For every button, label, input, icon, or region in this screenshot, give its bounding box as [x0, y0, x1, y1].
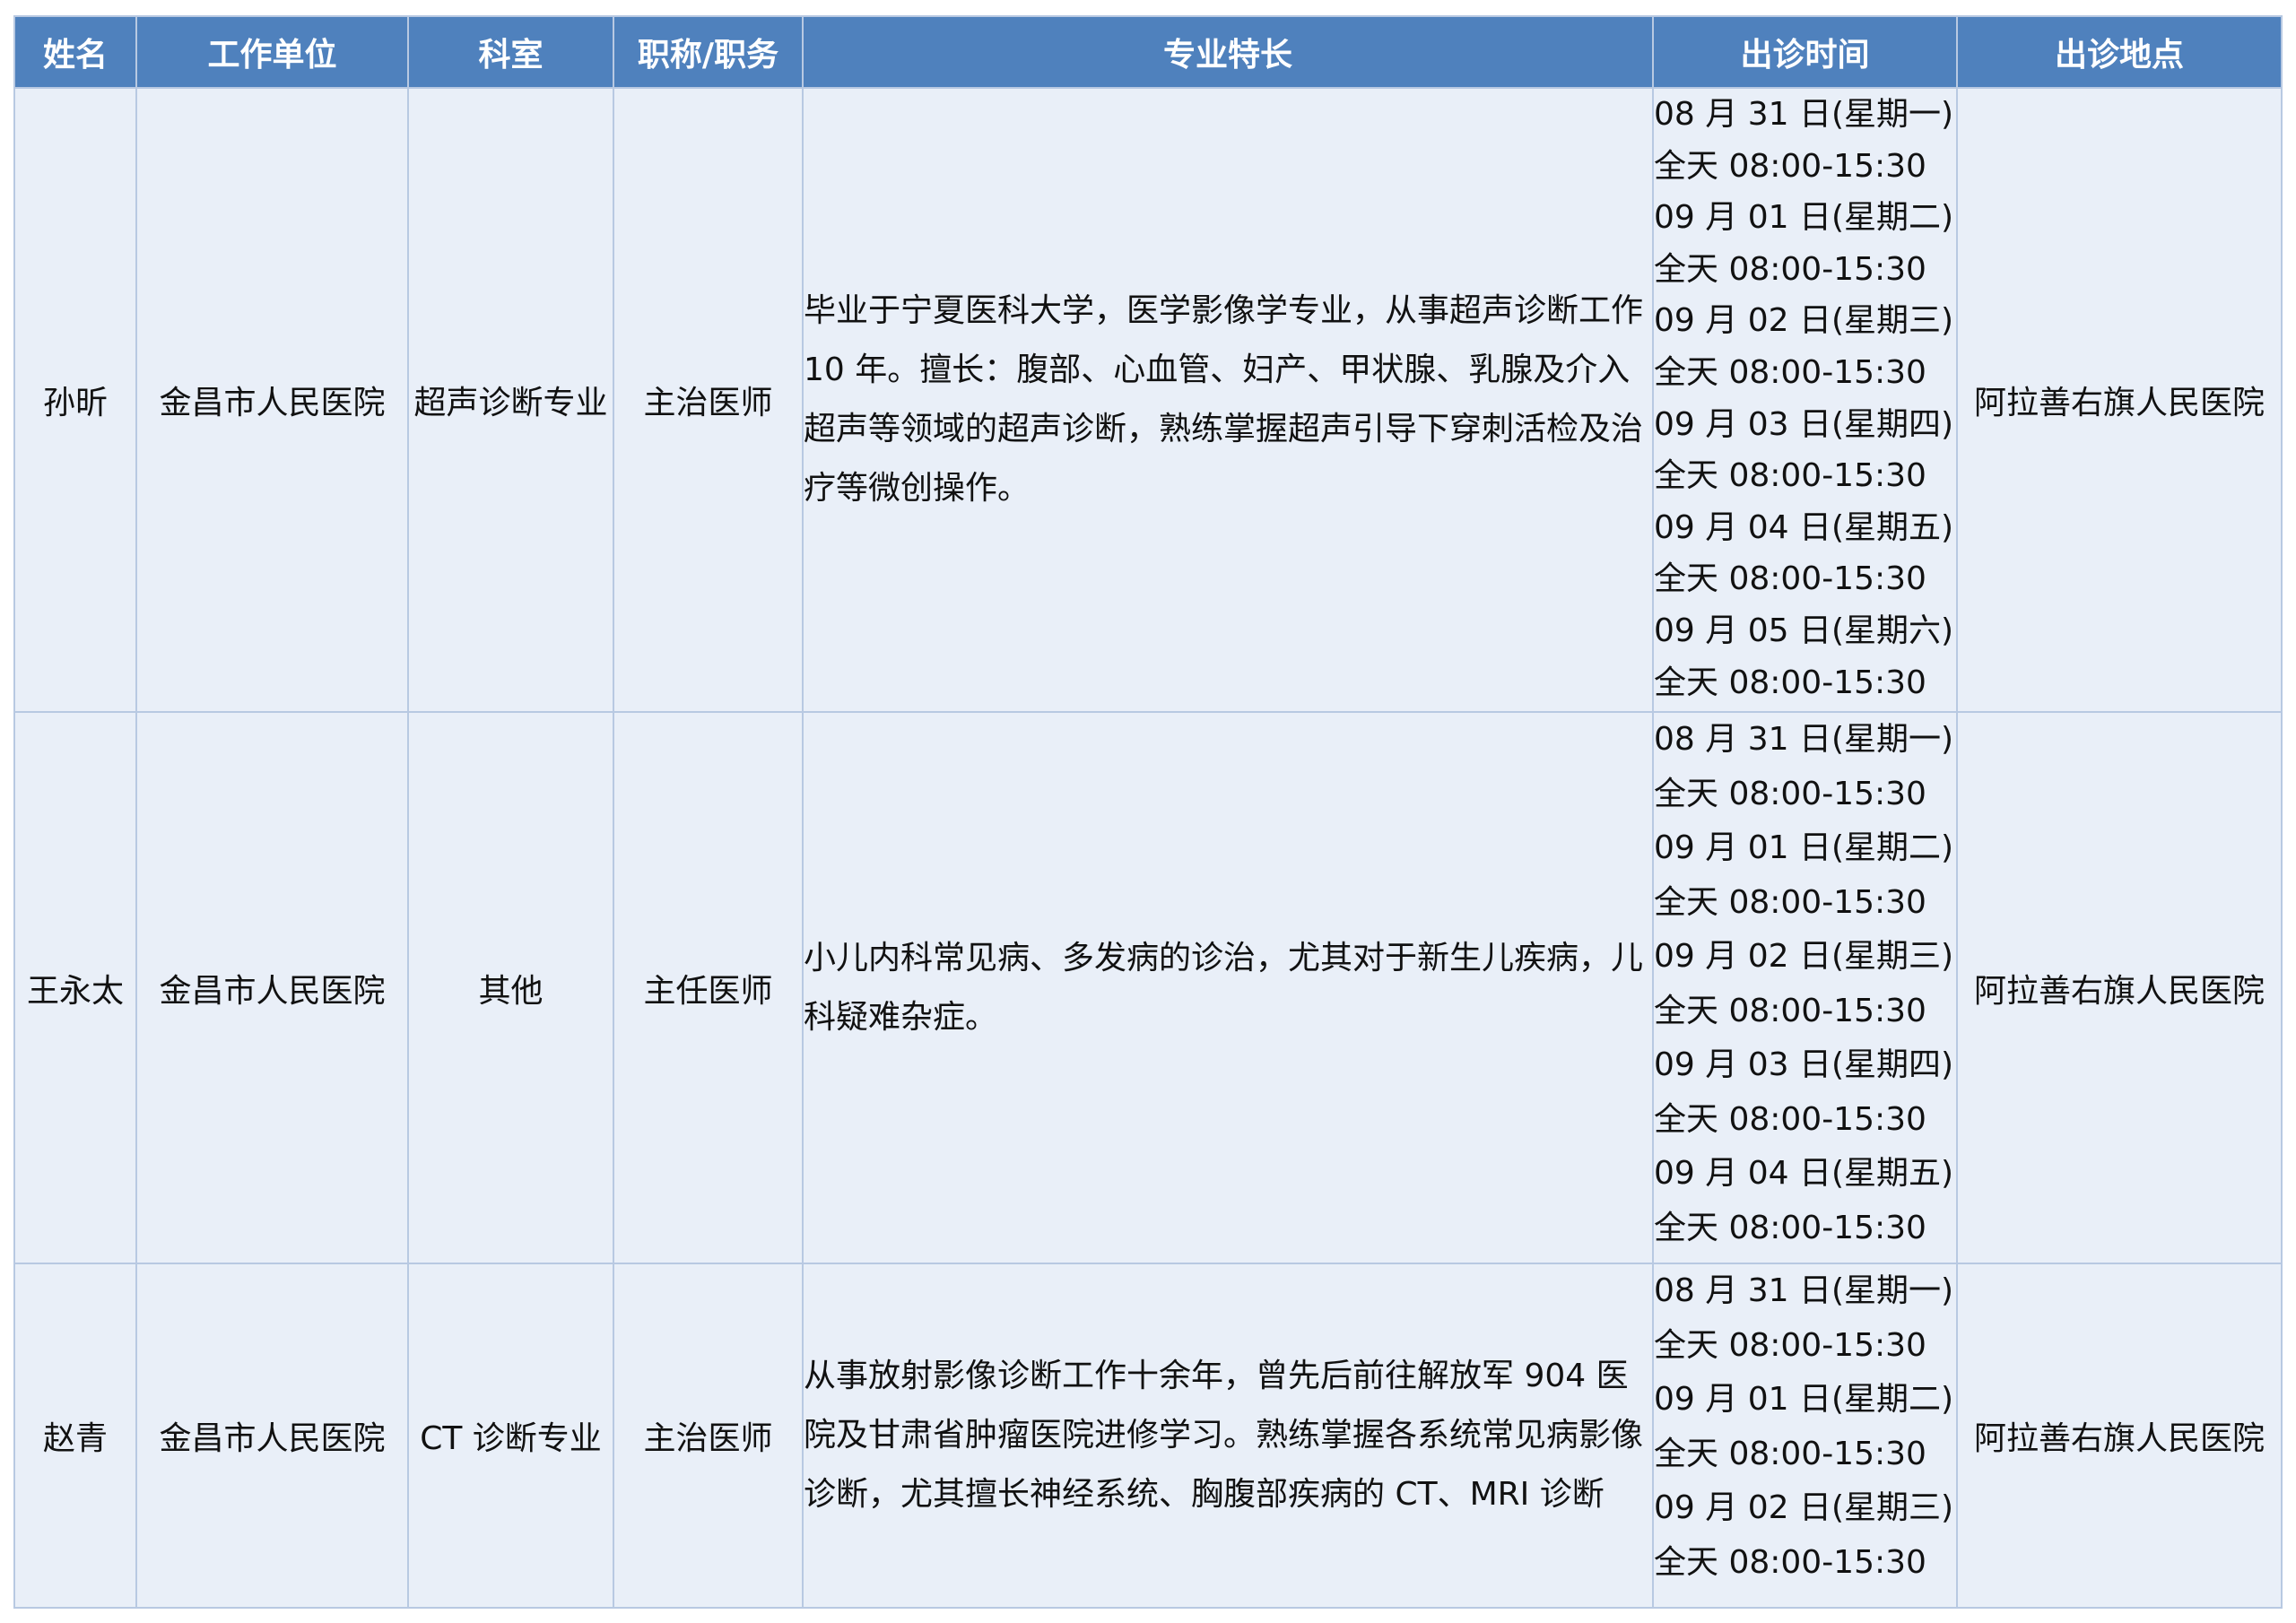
schedule-line: 09 月 01 日(星期二) — [1654, 1381, 1954, 1418]
header-row: 姓名 工作单位 科室 职称/职务 专业特长 出诊时间 出诊地点 — [13, 15, 2283, 89]
schedule-line: 全天 08:00-15:30 — [1654, 883, 1926, 921]
schedule-line: 全天 08:00-15:30 — [1654, 457, 1926, 495]
schedule-line: 09 月 05 日(星期六) — [1654, 612, 1954, 649]
schedule-line: 08 月 31 日(星期一) — [1654, 721, 1954, 758]
schedule-cell: 08 月 31 日(星期一) 全天 08:00-15:30 09 月 01 日(… — [1652, 1263, 1958, 1609]
schedule-line: 全天 08:00-15:30 — [1654, 353, 1926, 391]
header-title: 职称/职务 — [613, 15, 804, 89]
schedule-cell: 08 月 31 日(星期一) 全天 08:00-15:30 09 月 01 日(… — [1652, 711, 1958, 1264]
work-unit: 金昌市人民医院 — [135, 87, 409, 713]
schedule-line: 08 月 31 日(星期一) — [1654, 1272, 1954, 1309]
job-title: 主治医师 — [613, 1263, 804, 1609]
department: 其他 — [407, 711, 614, 1264]
specialty: 从事放射影像诊断工作十余年，曾先后前往解放军 904 医院及甘肃省肿瘤医院进修学… — [802, 1263, 1654, 1609]
doctor-name: 孙昕 — [13, 87, 137, 713]
schedule-line: 09 月 02 日(星期三) — [1654, 938, 1954, 975]
department: 超声诊断专业 — [407, 87, 614, 713]
specialty: 毕业于宁夏医科大学，医学影像学专业，从事超声诊断工作 10 年。擅长：腹部、心血… — [802, 87, 1654, 713]
table-row: 赵青 金昌市人民医院 CT 诊断专业 主治医师 从事放射影像诊断工作十余年，曾先… — [13, 1263, 2283, 1609]
schedule-line: 全天 08:00-15:30 — [1654, 1209, 1926, 1246]
clinic-location: 阿拉善右旗人民医院 — [1956, 87, 2283, 713]
schedule-line: 09 月 03 日(星期四) — [1654, 1046, 1954, 1083]
table-row: 孙昕 金昌市人民医院 超声诊断专业 主治医师 毕业于宁夏医科大学，医学影像学专业… — [13, 87, 2283, 713]
schedule-line: 09 月 02 日(星期三) — [1654, 1489, 1954, 1526]
schedule-cell: 08 月 31 日(星期一) 全天 08:00-15:30 09 月 01 日(… — [1652, 87, 1958, 713]
schedule-line: 09 月 01 日(星期二) — [1654, 199, 1954, 237]
header-location: 出诊地点 — [1956, 15, 2283, 89]
schedule-line: 09 月 02 日(星期三) — [1654, 302, 1954, 340]
work-unit: 金昌市人民医院 — [135, 1263, 409, 1609]
schedule-line: 全天 08:00-15:30 — [1654, 147, 1926, 185]
header-dept: 科室 — [407, 15, 614, 89]
doctor-name: 赵青 — [13, 1263, 137, 1609]
schedule-line: 全天 08:00-15:30 — [1654, 1326, 1926, 1364]
job-title: 主任医师 — [613, 711, 804, 1264]
job-title: 主治医师 — [613, 87, 804, 713]
schedule-line: 全天 08:00-15:30 — [1654, 992, 1926, 1029]
schedule-line: 全天 08:00-15:30 — [1654, 1435, 1926, 1472]
schedule-line: 全天 08:00-15:30 — [1654, 560, 1926, 598]
clinic-location: 阿拉善右旗人民医院 — [1956, 1263, 2283, 1609]
header-name: 姓名 — [13, 15, 137, 89]
schedule-line: 全天 08:00-15:30 — [1654, 775, 1926, 812]
schedule-line: 08 月 31 日(星期一) — [1654, 96, 1954, 133]
schedule-line: 全天 08:00-15:30 — [1654, 1543, 1926, 1581]
doctor-schedule-table: 姓名 工作单位 科室 职称/职务 专业特长 出诊时间 出诊地点 孙昕 金昌市人民… — [13, 15, 2283, 1609]
schedule-line: 全天 08:00-15:30 — [1654, 1100, 1926, 1138]
schedule-line: 09 月 01 日(星期二) — [1654, 829, 1954, 866]
schedule-line: 09 月 04 日(星期五) — [1654, 508, 1954, 546]
department: CT 诊断专业 — [407, 1263, 614, 1609]
clinic-location: 阿拉善右旗人民医院 — [1956, 711, 2283, 1264]
schedule-line: 09 月 03 日(星期四) — [1654, 405, 1954, 443]
schedule-line: 09 月 04 日(星期五) — [1654, 1155, 1954, 1192]
schedule-line: 全天 08:00-15:30 — [1654, 664, 1926, 701]
table-row: 王永太 金昌市人民医院 其他 主任医师 小儿内科常见病、多发病的诊治，尤其对于新… — [13, 711, 2283, 1264]
doctor-name: 王永太 — [13, 711, 137, 1264]
header-specialty: 专业特长 — [802, 15, 1654, 89]
header-unit: 工作单位 — [135, 15, 409, 89]
schedule-line: 全天 08:00-15:30 — [1654, 250, 1926, 288]
header-schedule: 出诊时间 — [1652, 15, 1958, 89]
specialty: 小儿内科常见病、多发病的诊治，尤其对于新生儿疾病，儿科疑难杂症。 — [802, 711, 1654, 1264]
work-unit: 金昌市人民医院 — [135, 711, 409, 1264]
